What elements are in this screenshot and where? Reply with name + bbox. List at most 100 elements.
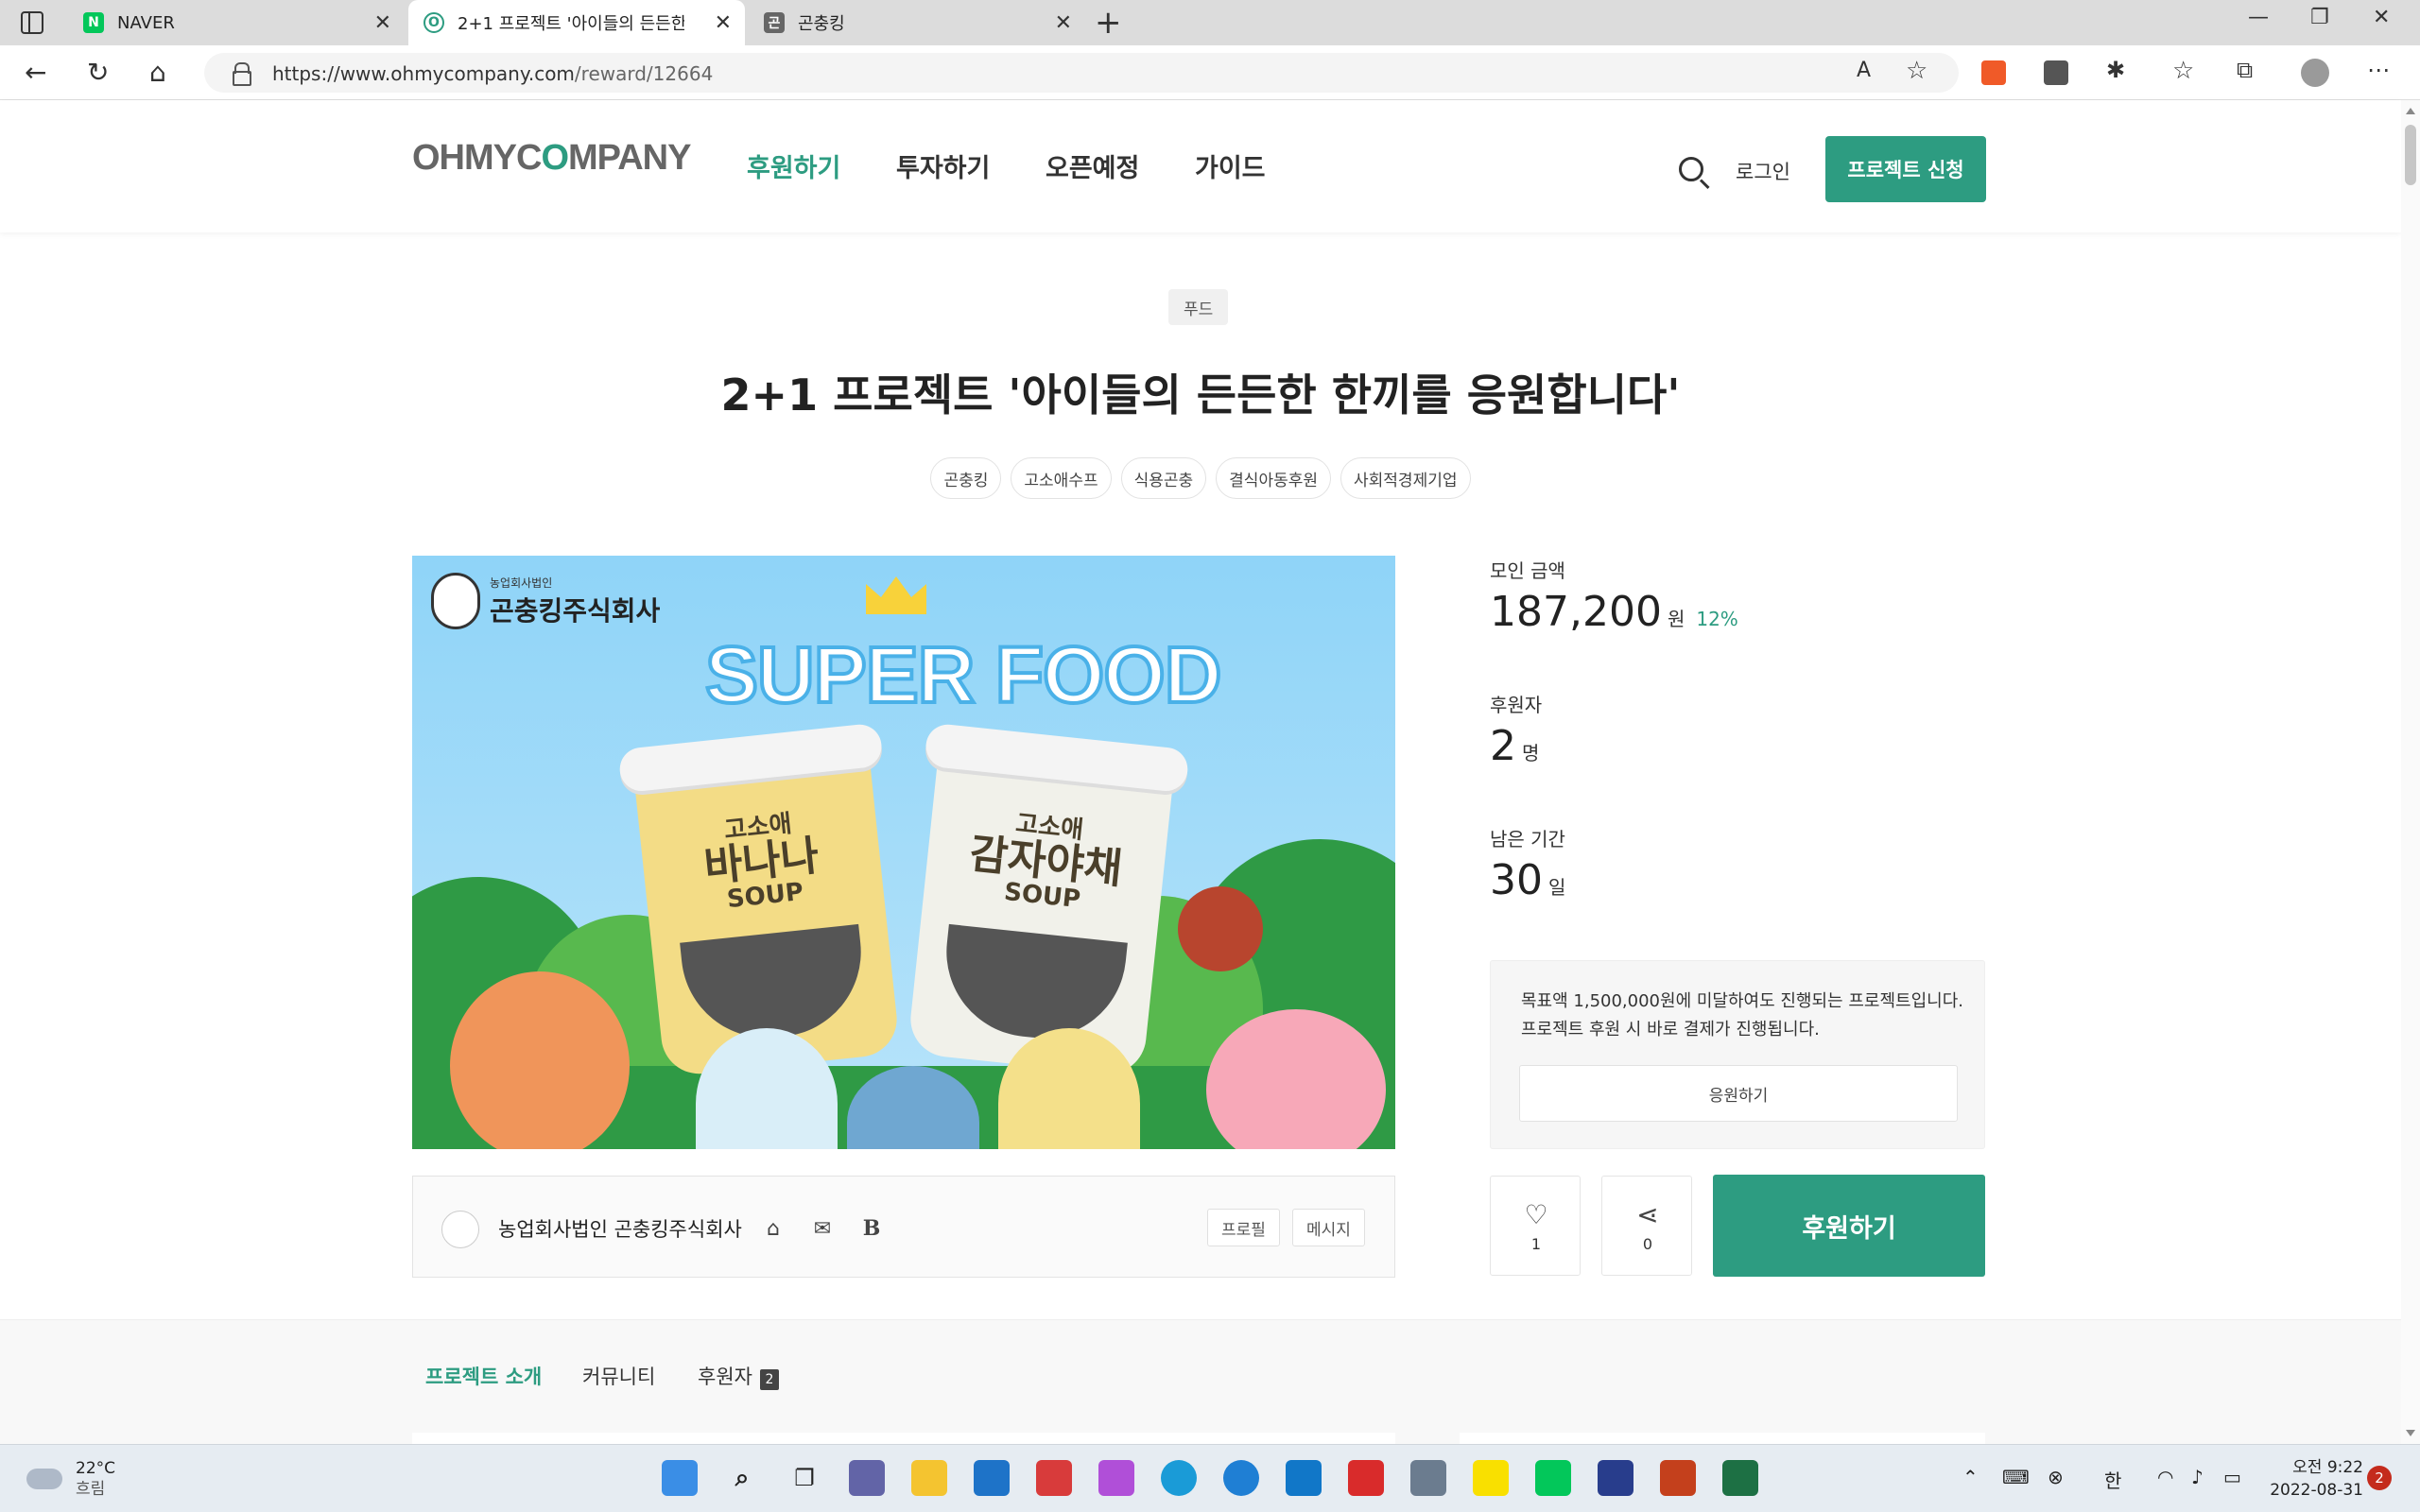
volume-icon[interactable]: ♪	[2191, 1466, 2204, 1488]
tab-title: NAVER	[117, 12, 175, 33]
tray-chevron-icon[interactable]: ⌃	[1962, 1466, 1979, 1488]
back-project-button[interactable]: 후원하기	[1713, 1175, 1985, 1277]
hancom-icon[interactable]	[1286, 1460, 1322, 1496]
extension-reader-icon[interactable]	[2044, 60, 2068, 85]
tag-item[interactable]: 곤충킹	[930, 457, 1002, 499]
browser-tab-naver[interactable]: N NAVER ✕	[68, 0, 405, 45]
tag-list: 곤충킹 고소애수프 식용곤충 결식아동후원 사회적경제기업	[0, 457, 2401, 499]
like-count: 1	[1530, 1235, 1542, 1253]
cheer-button[interactable]: 응원하기	[1519, 1065, 1958, 1122]
gonchungking-favicon-icon: 곤	[764, 12, 785, 33]
back-icon[interactable]: ←	[25, 57, 46, 88]
category-badge[interactable]: 푸드	[1168, 289, 1229, 325]
tab-community[interactable]: 커뮤니티	[582, 1362, 655, 1390]
lock-icon	[233, 62, 251, 86]
message-button[interactable]: 메시지	[1292, 1209, 1365, 1246]
maker-avatar[interactable]	[441, 1211, 479, 1248]
content-area	[412, 1433, 1395, 1444]
sync-app-icon[interactable]	[1036, 1460, 1072, 1496]
extension-ex-icon[interactable]	[1981, 60, 2006, 85]
start-icon[interactable]	[662, 1460, 698, 1496]
internet-explorer-icon[interactable]	[1223, 1460, 1259, 1496]
url-input[interactable]: https://www.ohmycompany.com/reward/12664…	[204, 53, 1959, 93]
nav-guide[interactable]: 가이드	[1195, 147, 1266, 184]
project-title: 2+1 프로젝트 '아이들의 든든한 한끼를 응원합니다'	[720, 369, 1681, 421]
scroll-down-icon[interactable]	[2406, 1430, 2415, 1436]
refresh-icon[interactable]: ↻	[87, 57, 109, 88]
mail-app-icon[interactable]	[974, 1460, 1010, 1496]
ohmycompany-logo[interactable]: OHMYCOMPANY	[412, 138, 691, 179]
maker-name[interactable]: 농업회사법인 곤충킹주식회사	[498, 1214, 742, 1243]
extensions-icon[interactable]: ✱	[2106, 57, 2125, 83]
favorites-icon[interactable]: ☆	[2172, 57, 2194, 85]
battery-icon[interactable]: ▭	[2223, 1466, 2241, 1488]
wifi-icon[interactable]: ◠	[2157, 1466, 2173, 1488]
login-link[interactable]: 로그인	[1736, 157, 1790, 185]
nav-invest[interactable]: 투자하기	[896, 147, 990, 184]
new-tab-icon[interactable]: +	[1095, 4, 1122, 42]
tab-close-icon[interactable]: ✕	[374, 11, 391, 35]
scroll-up-icon[interactable]	[2406, 108, 2415, 114]
home-icon[interactable]: ⌂	[149, 57, 166, 88]
tab-close-icon[interactable]: ✕	[715, 11, 732, 35]
excel-icon[interactable]	[1722, 1460, 1758, 1496]
powerpoint-icon[interactable]	[1660, 1460, 1696, 1496]
like-button[interactable]: ♡ 1	[1490, 1176, 1581, 1276]
nav-reward[interactable]: 후원하기	[747, 147, 840, 184]
tag-item[interactable]: 결식아동후원	[1216, 457, 1332, 499]
tag-item[interactable]: 사회적경제기업	[1340, 457, 1471, 499]
file-explorer-icon[interactable]	[911, 1460, 947, 1496]
more-menu-icon[interactable]: ⋯	[2367, 57, 2390, 83]
weather-widget[interactable]: 22°C 흐림	[26, 1458, 115, 1500]
search-taskbar-icon[interactable]: ⌕	[724, 1460, 760, 1496]
share-count: 0	[1642, 1235, 1653, 1253]
blog-icon[interactable]: B	[856, 1212, 888, 1245]
tray-app-icon[interactable]: ⊗	[2048, 1466, 2064, 1488]
add-favorite-icon[interactable]: ☆	[1906, 57, 1927, 85]
scroll-thumb[interactable]	[2405, 125, 2416, 185]
naver-app-icon[interactable]	[1535, 1460, 1571, 1496]
nav-upcoming[interactable]: 오픈예정	[1046, 147, 1139, 184]
close-window-icon[interactable]: ✕	[2373, 6, 2390, 29]
share-icon: ⋖	[1636, 1199, 1659, 1230]
profile-avatar[interactable]	[2301, 59, 2329, 87]
edge-icon[interactable]	[1161, 1460, 1197, 1496]
read-aloud-icon[interactable]: A	[1857, 59, 1871, 82]
kakaotalk-icon[interactable]	[1473, 1460, 1509, 1496]
tag-item[interactable]: 고소애수프	[1011, 457, 1112, 499]
tag-item[interactable]: 식용곤충	[1120, 457, 1207, 499]
tab-project-intro[interactable]: 프로젝트 소개	[425, 1362, 542, 1390]
share-button[interactable]: ⋖ 0	[1601, 1176, 1692, 1276]
project-main-image: 농업회사법인 곤충킹주식회사 SUPER FOOD 고소애 바나나 SOUP 고소애…	[412, 556, 1395, 1149]
home-icon[interactable]: ⌂	[757, 1212, 789, 1245]
funding-notice: 목표액 1,500,000원에 미달하여도 진행되는 프로젝트입니다. 프로젝트…	[1490, 960, 1985, 1149]
naver-favicon-icon: N	[83, 12, 104, 33]
page-scrollbar[interactable]	[2401, 100, 2420, 1444]
ime-indicator[interactable]: 한	[2104, 1466, 2121, 1493]
backers-count: 2명	[1490, 722, 1540, 770]
restore-icon[interactable]: ❐	[2310, 6, 2329, 29]
days-left-label: 남은 기간	[1490, 828, 1565, 850]
tab-close-icon[interactable]: ✕	[1055, 11, 1072, 35]
collections-icon[interactable]: ⧉	[2237, 57, 2253, 83]
browser-tab-ohmycompany[interactable]: O 2+1 프로젝트 '아이들의 든든한 한끼를 응원합니다' ✕	[408, 0, 745, 45]
app-icon[interactable]	[1598, 1460, 1634, 1496]
browser-tab-gonchungking[interactable]: 곤 곤충킹 ✕	[749, 0, 1085, 45]
tab-backers[interactable]: 후원자 2	[698, 1362, 779, 1390]
keyboard-icon[interactable]: ⌨	[2002, 1466, 2030, 1488]
search-icon[interactable]	[1679, 157, 1703, 181]
calculator-icon[interactable]	[1410, 1460, 1446, 1496]
notification-badge[interactable]: 2	[2367, 1466, 2392, 1490]
snipping-tool-icon[interactable]	[1098, 1460, 1134, 1496]
apply-project-button[interactable]: 프로젝트 신청	[1825, 136, 1986, 202]
clock[interactable]: 오전 9:22 2022-08-31	[2254, 1456, 2363, 1502]
task-view-icon[interactable]: ❐	[786, 1460, 822, 1496]
minimize-icon[interactable]: —	[2248, 6, 2269, 29]
capture-app-icon[interactable]	[1348, 1460, 1384, 1496]
chat-icon[interactable]	[849, 1460, 885, 1496]
profile-button[interactable]: 프로필	[1207, 1209, 1280, 1246]
browser-tab-bar: N NAVER ✕ O 2+1 프로젝트 '아이들의 든든한 한끼를 응원합니다…	[0, 0, 2420, 45]
tab-title: 곤충킹	[798, 14, 845, 34]
mail-icon[interactable]: ✉	[806, 1212, 838, 1245]
tab-actions-icon[interactable]	[21, 11, 43, 34]
